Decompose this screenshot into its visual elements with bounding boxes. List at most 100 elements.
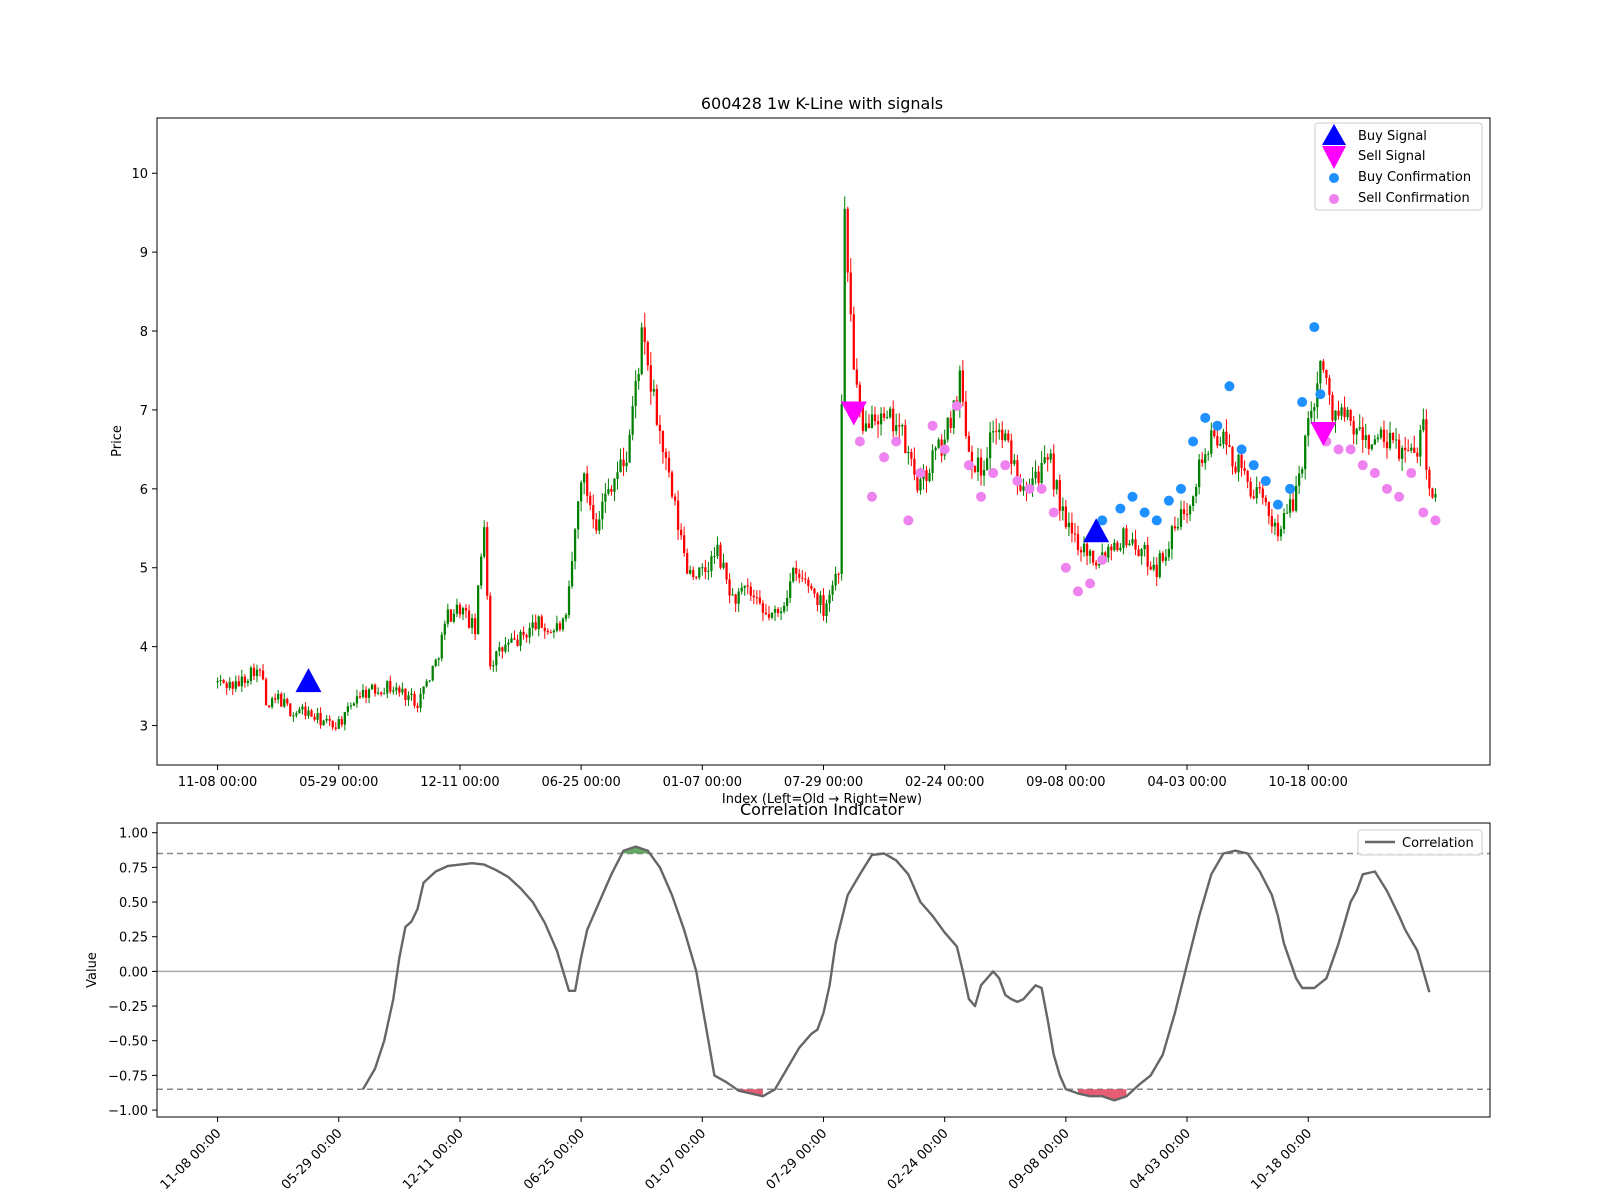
candle-body [367,689,371,698]
candle-body [413,693,416,706]
candle-body [1358,427,1361,429]
candle-body [525,635,528,638]
x-tick-label: 12-11 00:00 [400,1126,467,1193]
candle-body [1070,522,1074,534]
candle-body [443,623,446,635]
candle-body [313,716,316,720]
candle-body [340,719,343,725]
candle-body [919,479,922,491]
candle-body [1091,550,1095,563]
candle-body [776,608,780,614]
candle-body [895,425,898,432]
candle-body [607,488,610,494]
candle-body [531,622,534,628]
candle-body [728,579,731,596]
candle-body [1179,509,1183,527]
candle-body [219,680,222,682]
candle-body [401,688,404,693]
candle-body [640,327,643,375]
candle-body [692,570,695,578]
x-tick-label: 02-24 00:00 [905,775,984,790]
candle-body [889,408,892,418]
candle-body [449,609,453,622]
candle-body [795,567,798,574]
candle-body [1273,522,1277,527]
candle-body [804,578,807,580]
candle-body [322,720,325,726]
candle-body [480,556,483,586]
candle-body [461,608,465,615]
candle-body [440,634,443,659]
candle-body [1385,441,1389,449]
candle-body [355,696,359,704]
y-tick-label: 7 [140,404,148,419]
candle-body [1037,471,1040,483]
buy-confirmation-point [1212,420,1223,431]
buy-confirmation-point [1315,389,1326,400]
candle-body [967,436,971,452]
candle-body [522,631,525,636]
candle-body [1391,432,1395,441]
candle-body [846,208,849,273]
candle-body [801,577,804,579]
candle-body [1073,533,1077,535]
candle-body [1034,471,1037,479]
candle-body [1416,452,1419,457]
candle-body [904,425,907,454]
buy-confirmation-point [1115,503,1126,514]
y-tick-label: 0.75 [119,861,148,876]
candle-body [840,404,843,574]
candle-body [628,434,631,463]
candle-body [1088,550,1092,556]
candle-body [237,681,240,687]
candle-body [1164,557,1167,561]
candle-body [925,470,928,481]
candle-body [643,327,646,342]
candle-body [689,570,692,574]
candle-body [876,421,880,425]
candle-body [1379,429,1383,438]
candle-body [1364,435,1367,440]
candle-body [964,401,968,437]
candle-body [455,604,459,614]
x-tick-label: 04-03 00:00 [1147,775,1226,790]
candle-body [407,695,410,700]
candle-body [1201,459,1204,464]
candle-body [261,670,265,680]
candle-body [425,681,428,687]
y-tick-label: −0.75 [108,1069,148,1084]
candle-body [416,705,419,708]
candle-body [683,535,686,554]
candle-body [343,712,346,725]
candle-body [473,618,477,635]
y-tick-label: −0.25 [108,1000,148,1015]
candle-body [749,586,752,596]
sell-confirmation-point [903,515,914,526]
candle-body [1007,433,1010,441]
candle-body [764,612,768,615]
candle-body [492,665,495,667]
candle-body [625,462,628,467]
candle-body [1434,494,1437,498]
candle-body [1307,418,1310,436]
candle-body [325,718,328,721]
candle-body [816,593,819,606]
sell-signal-legend-label: Sell Signal [1358,149,1426,164]
y-tick-label: 8 [140,325,148,340]
candle-body [1122,528,1125,548]
candle-body [1328,377,1331,395]
candle-body [1170,526,1174,550]
candle-body [1252,496,1255,499]
candle-body [277,693,280,700]
sell-confirmation-point [1418,507,1429,518]
buy-confirmation-point [1200,412,1211,423]
correlation-plot-area [156,822,1491,1118]
x-tick-label: 10-18 00:00 [1269,775,1348,790]
sell-confirmation-point [1394,491,1405,502]
candle-body [1301,469,1304,474]
x-tick-label: 12-11 00:00 [420,775,499,790]
sell-confirmation-point [891,436,902,447]
sell-confirmation-legend-label: Sell Confirmation [1358,191,1470,206]
correlation-line [361,845,1431,1102]
x-tick-label: 09-08 00:00 [1026,775,1105,790]
